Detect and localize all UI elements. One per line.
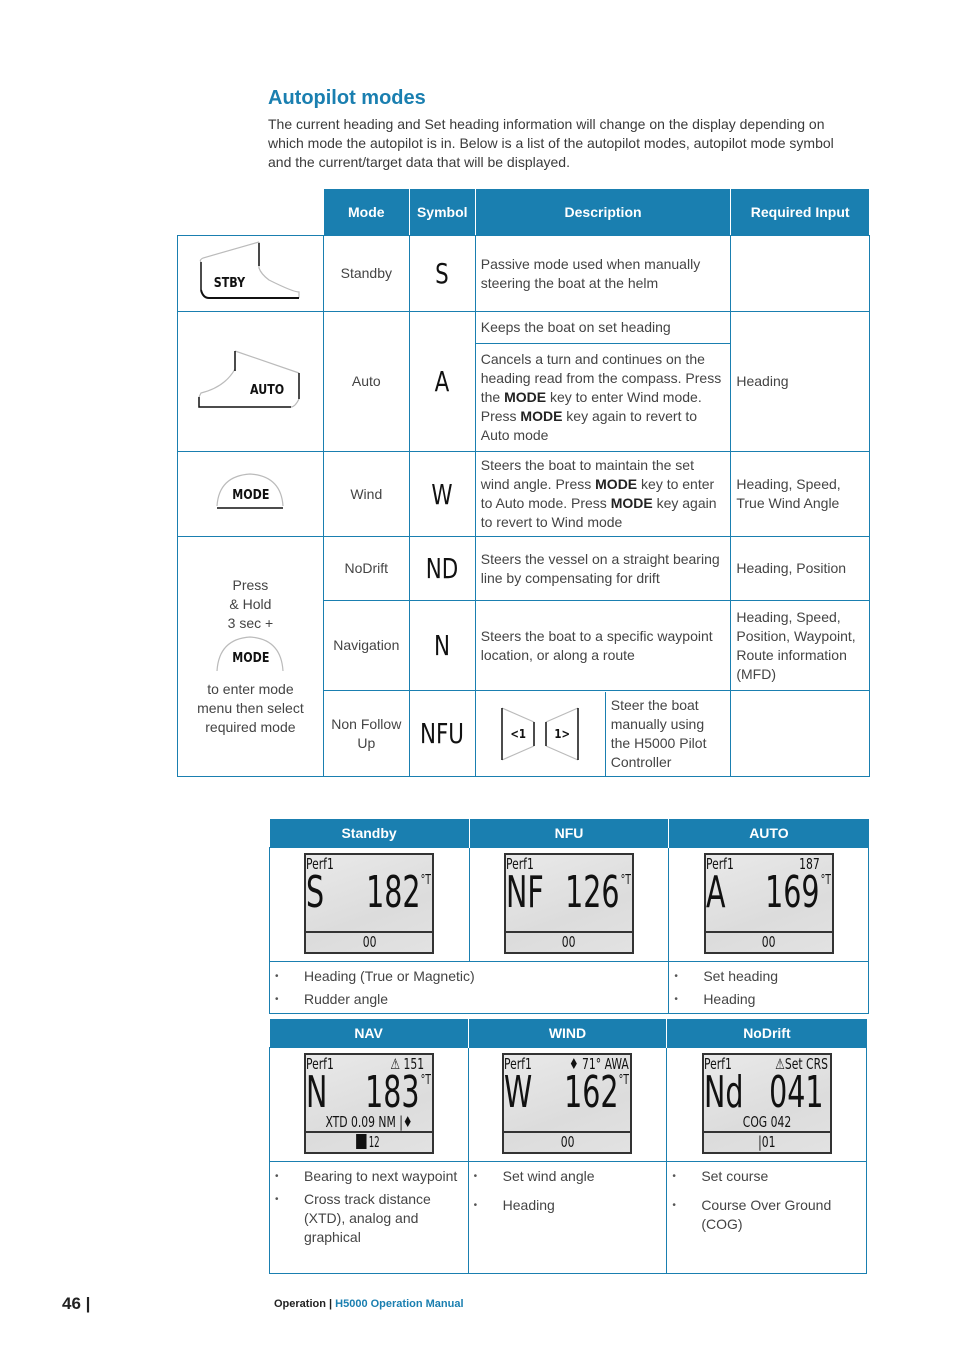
wind-display: Perf1 ♦ 71° AWA W 162 °T 00 <box>502 1052 633 1154</box>
nav-display: Perf1 ⚠ 151 N 183 °T XTD 0.09 NM |♦ 12 <box>303 1052 434 1154</box>
mode-symbol: N <box>413 600 471 691</box>
port-key-icon: <1 <box>500 706 536 762</box>
bullets-auto: • Set heading • Heading <box>668 960 869 1014</box>
list-item: • Set wind angle <box>473 1167 595 1184</box>
press-hold-cell: Press & Hold 3 sec + MODE to enter mode … <box>177 536 324 777</box>
required-input: Heading, Speed, Position, Waypoint, Rout… <box>730 600 870 691</box>
auto-key-label: AUTO <box>250 383 285 398</box>
mode-description: Passive mode used when manually steering… <box>474 235 732 312</box>
required-input <box>730 235 870 312</box>
mode-description: Steers the vessel on a straight bearing … <box>474 536 732 601</box>
mode-key-icon: MODE <box>215 472 285 512</box>
list-item: • Rudder angle <box>275 990 389 1007</box>
starboard-key-icon: 1> <box>544 706 580 762</box>
auto-display: Perf1 187 A 169 °T 00 <box>703 852 834 954</box>
table-row: STBY Standby S Passive mode used when ma… <box>177 235 870 312</box>
mode-key-label: MODE <box>232 487 270 503</box>
header-standby: Standby <box>269 819 470 847</box>
header-mode: Mode <box>322 188 410 236</box>
mode-name: Wind <box>322 451 410 537</box>
mode-description: Steers the boat to maintain the set wind… <box>474 451 732 537</box>
mode-symbol: ND <box>413 536 471 601</box>
header-nodrift: NoDrift <box>666 1019 867 1047</box>
table-row: MODE Wind W Steers the boat to maintain … <box>177 451 870 537</box>
mode-symbol: W <box>413 451 471 537</box>
required-input: Heading, Speed, True Wind Angle <box>730 451 870 537</box>
list-item: • Heading <box>674 990 756 1007</box>
section-intro: The current heading and Set heading info… <box>268 116 834 170</box>
list-item: • Bearing to next waypoint <box>275 1167 458 1184</box>
header-nav: NAV <box>269 1019 469 1047</box>
mode-key-icon: MODE <box>215 635 285 675</box>
mode-name: Navigation <box>322 600 410 691</box>
list-item: • Course Over Ground (COG) <box>672 1196 832 1232</box>
manual-title: H5000 Operation Manual <box>335 1298 464 1310</box>
header-symbol: Symbol <box>408 188 476 236</box>
required-input: Heading <box>730 311 870 452</box>
footer-breadcrumb: Operation | H5000 Operation Manual <box>274 1298 464 1310</box>
table-row: Press & Hold 3 sec + MODE to enter mode … <box>177 536 870 777</box>
bullets-nav: • Bearing to next waypoint • Cross track d… <box>269 1160 469 1274</box>
header-auto: AUTO <box>668 819 869 847</box>
mode-name: Auto <box>322 311 410 452</box>
display-table-2: NAV WIND NoDrift Perf1 ⚠ 151 N 183 °T XT… <box>269 1019 867 1274</box>
bullets-wind: • Set wind angle • Heading <box>467 1160 668 1274</box>
mode-description: Cancels a turn and continues on the head… <box>474 343 732 452</box>
list-item: • Heading <box>473 1196 555 1213</box>
table-row: AUTO Auto A Keeps the boat on set headin… <box>177 311 870 452</box>
header-nfu: NFU <box>468 819 669 847</box>
mode-name: NoDrift <box>322 536 410 601</box>
bullets-nodrift: • Set course • Course Over Ground (COG) <box>666 1160 867 1274</box>
header-wind: WIND <box>467 1019 667 1047</box>
mode-description-split: <1 1> Steer the boat manually using the … <box>474 690 732 777</box>
nfu-display: Perf1 NF 126 °T 00 <box>503 852 634 954</box>
mode-key-cell: MODE <box>177 451 324 537</box>
table-header-row: Mode Symbol Description Required Input <box>177 188 870 236</box>
list-item: • Set heading <box>674 967 779 984</box>
page-number: 46 | <box>62 1294 91 1313</box>
list-item: • Cross track distance (XTD), analog and … <box>275 1190 431 1245</box>
auto-key-icon: AUTO <box>195 347 305 411</box>
mode-symbol: A <box>413 311 471 452</box>
nodrift-display: Perf1 ⚠Set CRS Nd 041 COG 042 |01 <box>701 1052 832 1154</box>
mode-key-label: MODE <box>232 651 270 666</box>
stby-key-icon: STBY <box>195 240 305 302</box>
auto-key-cell: AUTO <box>177 311 324 452</box>
stby-key-label: STBY <box>214 276 246 291</box>
list-item: • Heading (True or Magnetic) <box>275 967 475 984</box>
header-required-input: Required Input <box>730 188 870 236</box>
bullets-standby-nfu: • Heading (True or Magnetic) • Rudder angl… <box>268 960 670 1014</box>
mode-symbol: S <box>413 235 471 312</box>
standby-display: Perf1 S 182 °T 00 <box>304 852 435 954</box>
mode-description: Steers the boat to a specific waypoint l… <box>474 600 732 691</box>
required-input <box>730 690 870 777</box>
nfu-keys: <1 1> <box>476 691 606 776</box>
mode-symbol: NFU <box>413 690 471 777</box>
mode-name: Standby <box>322 235 410 312</box>
section-title: Autopilot modes <box>268 87 426 109</box>
required-input: Heading, Position <box>730 536 870 601</box>
header-description: Description <box>474 188 732 236</box>
display-table-1: Standby NFU AUTO Perf1 S 182 °T 00 Perf1… <box>268 819 869 1014</box>
mode-description: Keeps the boat on set heading <box>474 311 732 344</box>
autopilot-modes-table: Mode Symbol Description Required Input S… <box>177 188 870 777</box>
mode-name: Non Follow Up <box>322 690 410 777</box>
list-item: • Set course <box>672 1167 769 1184</box>
xtd-bar-icon <box>356 1133 367 1149</box>
stby-key-cell: STBY <box>177 235 324 312</box>
